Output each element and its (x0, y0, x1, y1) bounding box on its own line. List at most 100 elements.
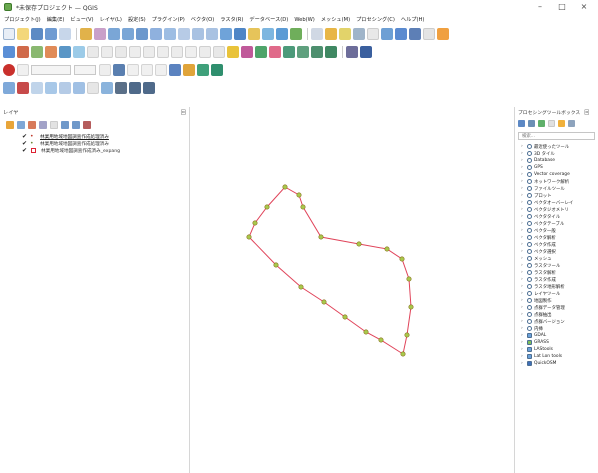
chevron-right-icon[interactable]: › (521, 242, 526, 247)
menu-help[interactable]: ヘルプ(H) (401, 16, 425, 23)
chevron-right-icon[interactable]: › (521, 207, 526, 212)
processing-tool-group[interactable]: › ベクタタイル (515, 213, 598, 220)
add-vector-tile-icon[interactable] (129, 46, 141, 58)
processing-tool-group[interactable]: › ファイルツール (515, 185, 598, 192)
remove-layer-icon[interactable] (83, 121, 91, 129)
options-icon[interactable] (568, 120, 575, 127)
data-source-manager-icon[interactable] (3, 46, 15, 58)
processing-tool-group[interactable]: › 地図製作 (515, 297, 598, 304)
processing-tool-group[interactable]: › QuickOSM (515, 360, 598, 367)
layer-visibility-checkbox[interactable]: ✔ (22, 140, 28, 147)
chevron-right-icon[interactable]: › (521, 361, 526, 366)
chevron-right-icon[interactable]: › (521, 284, 526, 289)
menu-web[interactable]: Web(W) (294, 17, 315, 23)
vertex-marker[interactable] (356, 241, 362, 247)
add-raster-layer-icon[interactable] (31, 46, 43, 58)
chevron-right-icon[interactable]: › (521, 200, 526, 205)
minimize-button[interactable]: – (532, 1, 548, 13)
filter-legend-icon[interactable] (39, 121, 47, 129)
vertex-marker[interactable] (342, 314, 348, 320)
menu-settings[interactable]: 設定(S) (128, 16, 146, 23)
python-scripts-icon[interactable] (558, 120, 565, 127)
layer-styling-icon[interactable] (6, 121, 14, 129)
menu-layer[interactable]: レイヤ(L) (100, 16, 122, 23)
toggle-editing-icon[interactable] (17, 82, 29, 94)
vertex-marker[interactable] (399, 256, 405, 262)
chevron-right-icon[interactable]: › (521, 193, 526, 198)
new-spatialite-icon[interactable] (255, 46, 267, 58)
maximize-button[interactable]: □ (554, 1, 570, 13)
vertex-marker[interactable] (246, 234, 252, 240)
text-annotation-icon[interactable] (423, 28, 435, 40)
chevron-right-icon[interactable]: › (521, 249, 526, 254)
chevron-right-icon[interactable]: › (521, 326, 526, 331)
bookmark-icon[interactable] (248, 28, 260, 40)
manage-map-themes-icon[interactable] (28, 121, 36, 129)
results-viewer-icon[interactable] (538, 120, 545, 127)
history-icon[interactable] (528, 120, 535, 127)
processing-tool-group[interactable]: › GRASS (515, 339, 598, 346)
temporal-controller-icon[interactable] (290, 28, 302, 40)
new-geopackage-icon[interactable] (227, 46, 239, 58)
chevron-right-icon[interactable]: › (521, 186, 526, 191)
processing-tool-group[interactable]: › ベクタジオメトリ (515, 206, 598, 213)
model-icon[interactable] (518, 120, 525, 127)
chevron-right-icon[interactable]: › (521, 151, 526, 156)
menu-raster[interactable]: ラスタ(R) (220, 16, 243, 23)
select-features-icon[interactable] (325, 28, 337, 40)
processing-tool-group[interactable]: › 点群抽出 (515, 311, 598, 318)
add-xyz-icon[interactable] (115, 46, 127, 58)
georeferencer-icon[interactable] (3, 64, 15, 76)
add-postgis-icon[interactable] (199, 46, 211, 58)
add-vector-layer-icon[interactable] (17, 46, 29, 58)
open-attribute-table-icon[interactable] (353, 28, 365, 40)
vertex-marker[interactable] (378, 337, 384, 343)
menu-vector[interactable]: ベクタ(O) (191, 16, 215, 23)
vertex-marker[interactable] (384, 246, 390, 252)
processing-tool-group[interactable]: › 点群データ管理 (515, 304, 598, 311)
chevron-right-icon[interactable]: › (521, 333, 526, 338)
filter-expression-icon[interactable] (50, 121, 58, 129)
zoom-in-icon[interactable] (108, 28, 120, 40)
vertex-marker[interactable] (273, 262, 279, 268)
chevron-right-icon[interactable]: › (521, 214, 526, 219)
close-button[interactable]: × (576, 1, 592, 13)
map-canvas[interactable] (191, 107, 513, 473)
chevron-right-icon[interactable]: › (521, 319, 526, 324)
processing-search-input[interactable]: 検索... (518, 132, 595, 140)
processing-tool-group[interactable]: › ベクタ解析 (515, 234, 598, 241)
processing-tool-group[interactable]: › Lat Lon tools (515, 353, 598, 360)
processing-toolbox-close-button[interactable]: 回 (584, 109, 589, 116)
chevron-right-icon[interactable]: › (521, 270, 526, 275)
chevron-right-icon[interactable]: › (521, 305, 526, 310)
chevron-right-icon[interactable]: › (521, 228, 526, 233)
vertex-marker[interactable] (318, 234, 324, 240)
processing-tool-group[interactable]: › ネットワーク解析 (515, 178, 598, 185)
tracing-icon[interactable] (127, 64, 139, 76)
zoom-full-icon[interactable] (136, 28, 148, 40)
expand-all-icon[interactable] (61, 121, 69, 129)
vertex-marker[interactable] (406, 276, 412, 282)
vertex-marker[interactable] (321, 299, 327, 305)
add-point-cloud-icon[interactable] (143, 46, 155, 58)
menu-edit[interactable]: 編集(E) (47, 16, 65, 23)
paste-features-icon[interactable] (115, 82, 127, 94)
add-mssql-icon[interactable] (213, 46, 225, 58)
chevron-right-icon[interactable]: › (521, 256, 526, 261)
vertex-marker[interactable] (408, 304, 414, 310)
vertex-marker[interactable] (363, 329, 369, 335)
processing-tool-group[interactable]: › ベクタ一般 (515, 227, 598, 234)
vertex-marker[interactable] (298, 284, 304, 290)
vertex-marker[interactable] (252, 220, 258, 226)
add-wms-icon[interactable] (73, 46, 85, 58)
grid-icon[interactable] (197, 64, 209, 76)
menu-project[interactable]: プロジェクト(J) (4, 16, 41, 23)
layer-visibility-checkbox[interactable]: ✔ (22, 133, 28, 140)
label-tool-icon[interactable] (17, 64, 29, 76)
processing-tool-group[interactable]: › ベクタ作成 (515, 241, 598, 248)
layer-item[interactable]: ✔ • 林業用地域地図調査作成処理済み (0, 133, 189, 140)
save-project-icon[interactable] (31, 28, 43, 40)
snapping-icon[interactable] (99, 64, 111, 76)
vertex-editor-icon[interactable] (59, 82, 71, 94)
zoom-native-icon[interactable] (178, 28, 190, 40)
